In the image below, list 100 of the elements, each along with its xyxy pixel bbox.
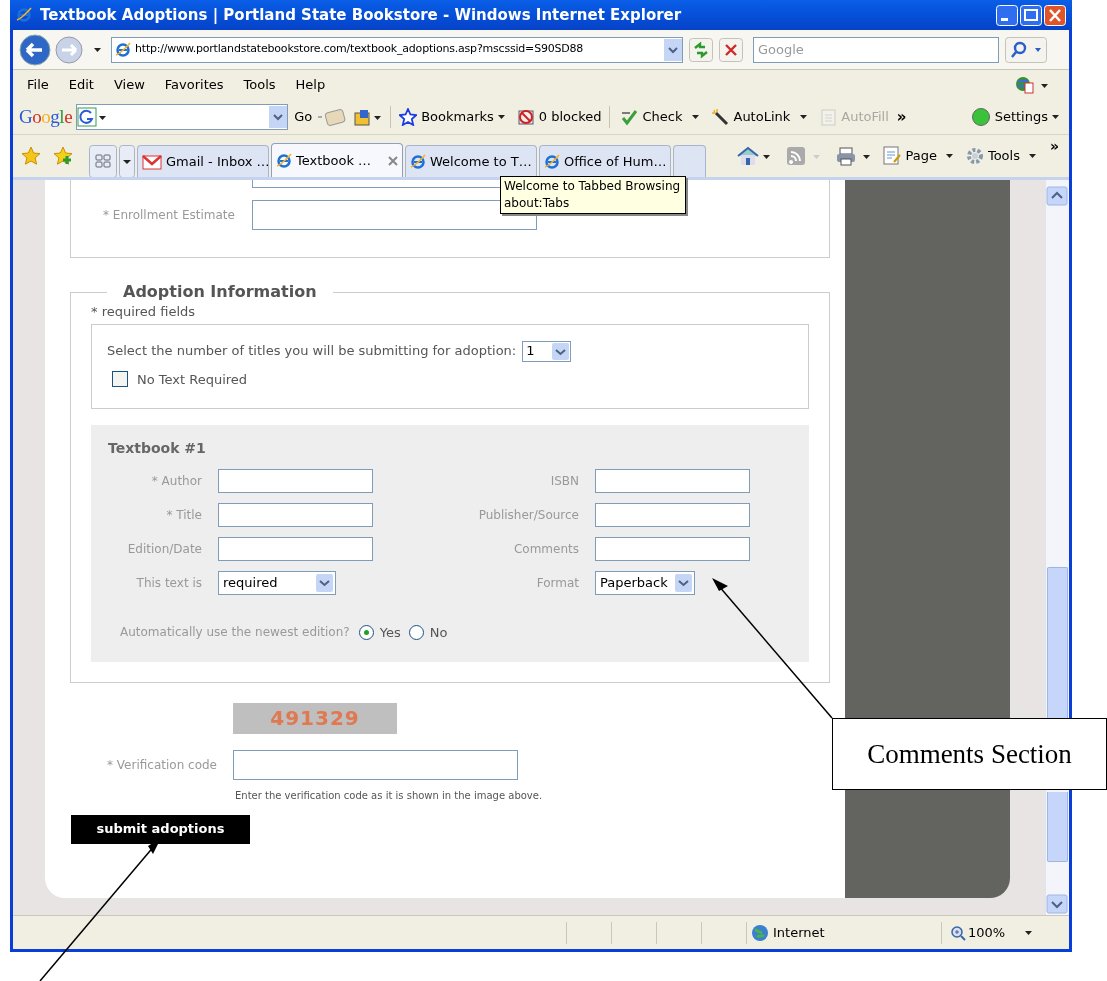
hint-text: Enter the verification code as it is shown in the image above. (235, 788, 544, 803)
settings-button[interactable]: Settings (970, 107, 1059, 127)
address-field[interactable]: http://www.portlandstatebookstore.com/textbook_adoptions.asp?mscssid=S90SD88 (111, 36, 683, 63)
wand-icon (711, 108, 730, 126)
caret-icon (945, 154, 953, 158)
refresh-icon[interactable] (689, 37, 713, 62)
more-button[interactable]: » (1049, 136, 1059, 157)
close-icon[interactable] (388, 155, 398, 166)
browser-tab[interactable]: Textbook … (271, 143, 403, 177)
go-button[interactable]: Go (294, 107, 313, 127)
zone-indicator: Internet (746, 921, 941, 944)
toolbar-button[interactable]: 0 blocked (516, 107, 602, 127)
more-button[interactable]: » (896, 105, 907, 129)
input-field[interactable] (233, 749, 518, 780)
caret-icon (692, 115, 700, 119)
scroll-down-icon[interactable] (1046, 894, 1068, 914)
scroll-thumb[interactable] (1047, 567, 1068, 719)
url-text: http://www.portlandstatebookstore.com/textbook_adoptions.asp?mscssid=S90SD88 (135, 41, 585, 58)
globe-icon[interactable] (1013, 75, 1049, 95)
caret-icon (800, 115, 808, 119)
input-field[interactable] (218, 536, 373, 561)
field-label: Format (536, 574, 579, 592)
window-title: Textbook Adoptions | Portland State Bookstore - Windows Internet Explorer (40, 4, 682, 26)
field-label: * Author (151, 472, 202, 490)
page-icon (882, 146, 903, 166)
feed-icon[interactable] (786, 146, 821, 166)
maximize-icon[interactable] (1020, 4, 1042, 26)
menu-item[interactable]: Tools (238, 75, 281, 95)
menu-item[interactable]: Favorites (159, 75, 229, 95)
caret-icon[interactable] (94, 47, 101, 52)
command-button[interactable]: Page (882, 146, 953, 166)
dropdown-icon[interactable] (664, 38, 682, 61)
google-search-field[interactable] (76, 104, 289, 130)
zoom-button[interactable]: 100% (941, 921, 1033, 944)
tab-label: Office of Hum… (564, 152, 667, 171)
tab-label: Textbook … (296, 151, 372, 170)
zoom-icon (950, 924, 966, 941)
tab-label: Welcome to T… (430, 152, 532, 171)
radio-option[interactable]: Yes (358, 622, 401, 642)
checkbox-label: No Text Required (137, 370, 248, 389)
search-icon[interactable] (1005, 36, 1047, 63)
field-label: * Enrollment Estimate (103, 207, 236, 224)
home-icon[interactable] (736, 146, 771, 166)
tab-list-icon[interactable] (119, 145, 135, 177)
titles-prompt: Select the number of titles you will be submitting for adoption: (107, 342, 517, 361)
section-legend: Adoption Information (107, 280, 333, 304)
forward-icon[interactable] (54, 34, 84, 65)
stop-icon[interactable] (719, 37, 743, 62)
callout-box: Comments Section (832, 718, 1107, 790)
gear-icon (964, 146, 985, 166)
caret-icon (1052, 115, 1059, 119)
status-icon (970, 107, 991, 127)
input-field[interactable] (595, 536, 750, 561)
required-note: * required fields (91, 303, 197, 321)
g-icon[interactable] (77, 107, 108, 127)
print-icon[interactable] (836, 146, 871, 166)
input-field[interactable] (595, 468, 750, 493)
toolbar-button[interactable]: Bookmarks (399, 107, 505, 127)
browser-tab[interactable]: Welcome to T… (405, 145, 537, 177)
browser-tab[interactable]: Gmail - Inbox … (137, 145, 269, 177)
menu-item[interactable]: Edit (63, 75, 99, 95)
checkmark-icon (620, 108, 639, 126)
gift-icon[interactable] (352, 107, 383, 127)
field-label: ISBN (550, 472, 579, 490)
field-label: * Verification code (106, 756, 217, 774)
input-field[interactable] (595, 502, 750, 527)
toolbar-button[interactable]: AutoLink (711, 107, 808, 127)
star-icon[interactable] (21, 146, 41, 166)
back-icon[interactable] (18, 32, 52, 67)
blocked-icon (516, 108, 535, 126)
add-favorite-icon[interactable] (53, 146, 73, 166)
checkbox[interactable] (112, 371, 128, 388)
minimize-icon[interactable] (996, 4, 1018, 26)
field-label: This text is (136, 574, 202, 592)
globe-icon (751, 923, 769, 942)
submit-button[interactable]: submit adoptions (71, 814, 250, 844)
menu-item[interactable]: Help (290, 75, 331, 95)
dropdown-icon[interactable] (269, 106, 288, 128)
tooltip-text: about:Tabs (504, 195, 571, 212)
star-icon (399, 108, 418, 126)
count-select[interactable]: 1 (522, 340, 572, 362)
field-label: Publisher/Source (478, 506, 579, 524)
browser-tab[interactable]: Office of Hum… (539, 145, 671, 177)
menu-item[interactable]: View (108, 75, 150, 95)
tooltip-text: Welcome to Tabbed Browsing (504, 178, 682, 195)
search-field[interactable]: Google (753, 36, 999, 63)
radio-option[interactable]: No (408, 622, 448, 642)
mail-icon (142, 153, 162, 170)
toolbar-button[interactable]: Check (620, 107, 700, 127)
input-field[interactable] (218, 502, 373, 527)
input-field[interactable] (218, 468, 373, 493)
scroll-up-icon[interactable] (1046, 186, 1068, 206)
field-label: Edition/Date (127, 540, 202, 558)
select-field[interactable]: Paperback (595, 570, 695, 595)
command-button[interactable]: Tools (964, 146, 1036, 166)
caret-icon (497, 115, 505, 119)
scroll-thumb-end[interactable] (1047, 792, 1068, 862)
menu-item[interactable]: File (22, 75, 54, 95)
tab-label: Gmail - Inbox … (166, 152, 270, 171)
select-field[interactable]: required (218, 570, 336, 595)
